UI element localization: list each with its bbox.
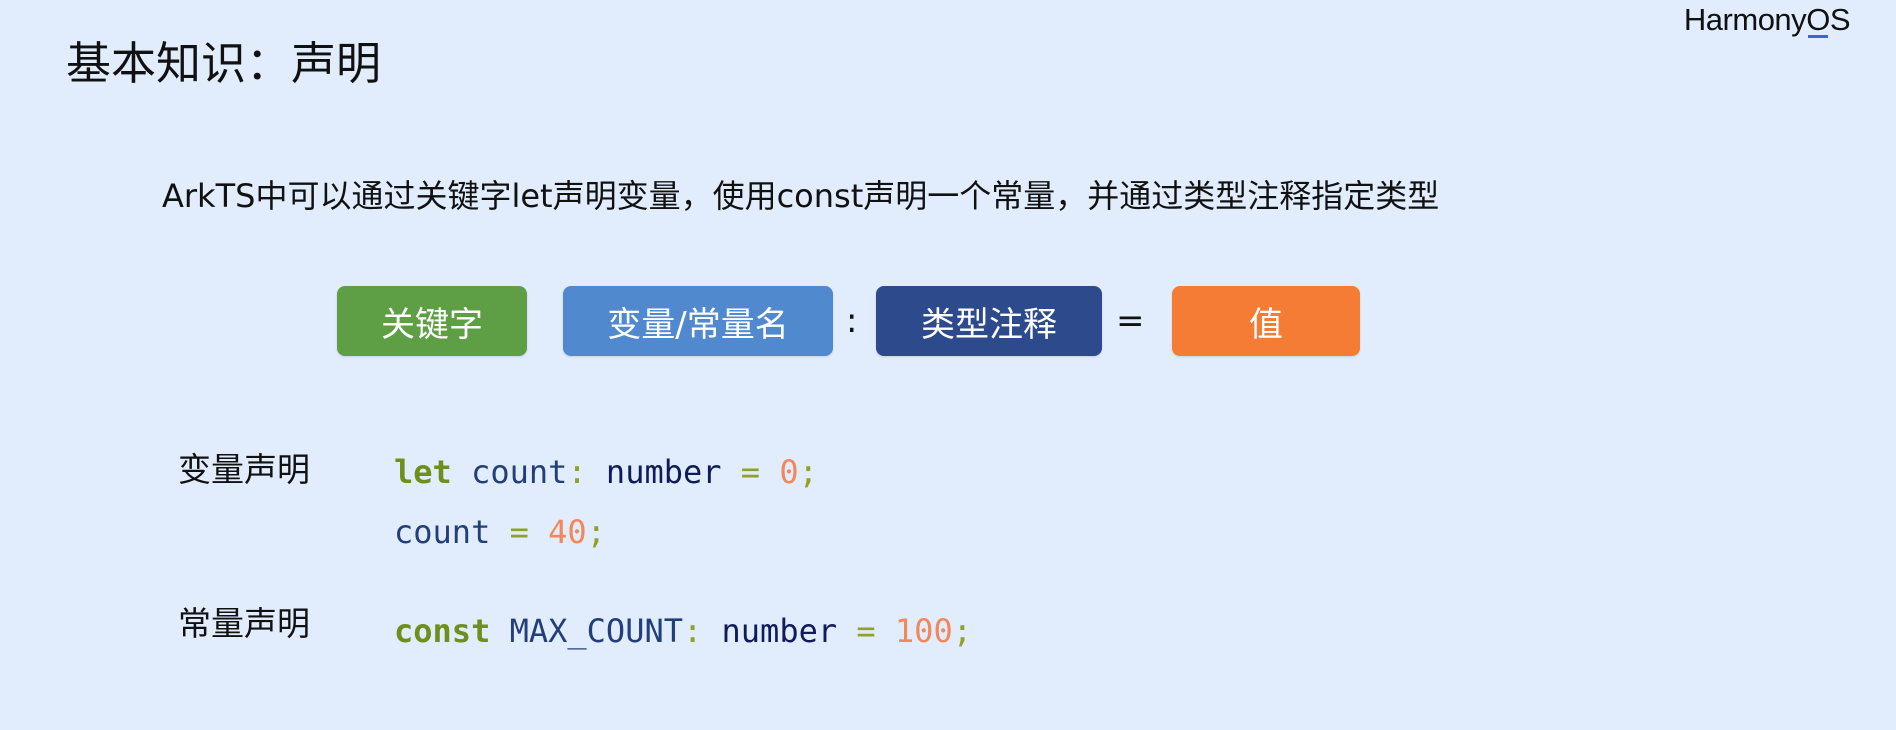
code-identifier: count xyxy=(394,513,491,551)
logo-letter-o: O xyxy=(1806,2,1830,38)
code-number: 100 xyxy=(894,612,953,650)
code-semicolon: ; xyxy=(798,453,818,491)
code-line-let: let count: number = 0; xyxy=(394,450,818,494)
code-equals: = xyxy=(856,612,876,650)
code-type: number xyxy=(605,453,722,491)
code-type: number xyxy=(721,612,838,650)
code-semicolon: ; xyxy=(586,513,606,551)
logo-text-main: Harmony xyxy=(1683,2,1807,37)
logo-letter-s: S xyxy=(1829,2,1851,37)
code-equals: = xyxy=(740,453,761,491)
type-annotation-pill: 类型注释 xyxy=(876,286,1102,356)
code-line-assign: count = 40; xyxy=(394,510,606,554)
variable-declaration-label: 变量声明 xyxy=(178,450,310,489)
intro-text: ArkTS中可以通过关键字let声明变量，使用const声明一个常量，并通过类型… xyxy=(162,177,1440,215)
colon-separator: : xyxy=(846,301,858,341)
harmonyos-logo: HarmonyOS xyxy=(1683,2,1851,38)
code-equals: = xyxy=(509,513,529,551)
code-number: 40 xyxy=(548,513,587,551)
name-pill: 变量/常量名 xyxy=(563,286,833,356)
code-keyword: let xyxy=(394,453,452,491)
syntax-diagram: 关键字 变量/常量名 : 类型注释 = 值 xyxy=(0,286,1896,356)
code-identifier: MAX_COUNT xyxy=(509,612,683,650)
code-identifier: count xyxy=(471,453,568,491)
code-colon: : xyxy=(682,612,703,650)
constant-declaration-label: 常量声明 xyxy=(178,604,310,643)
value-pill: 值 xyxy=(1172,286,1360,356)
code-keyword: const xyxy=(394,612,491,650)
keyword-pill: 关键字 xyxy=(337,286,527,356)
page-title: 基本知识：声明 xyxy=(66,37,382,90)
code-number: 0 xyxy=(779,453,799,491)
code-semicolon: ; xyxy=(952,612,972,650)
code-line-const: const MAX_COUNT: number = 100; xyxy=(394,609,972,653)
code-colon: : xyxy=(567,453,587,491)
equals-separator: = xyxy=(1116,301,1145,341)
